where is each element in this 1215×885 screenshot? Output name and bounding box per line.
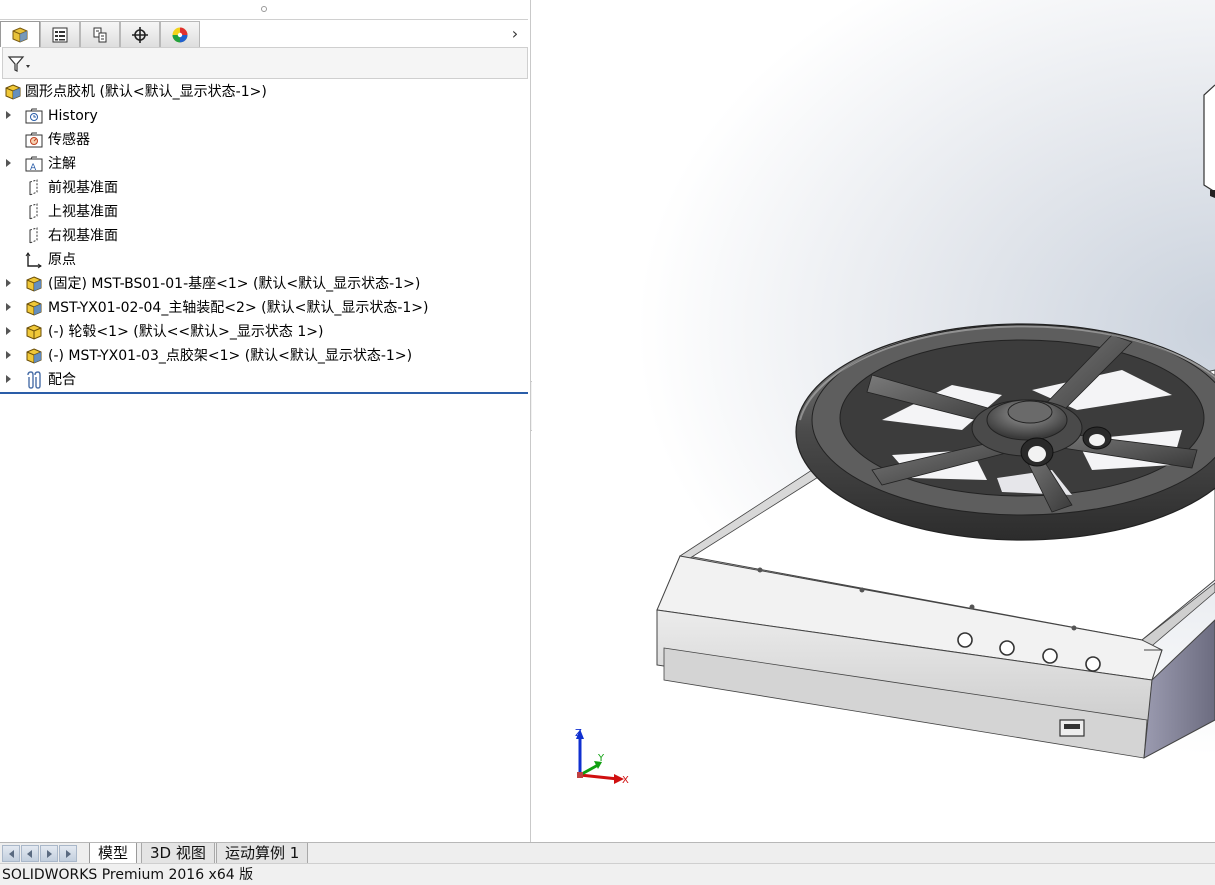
tab-motion-study[interactable]: 运动算例 1 (216, 843, 309, 864)
dimxpert-manager-tab[interactable] (120, 21, 160, 47)
status-bar: SOLIDWORKS Premium 2016 x64 版 (0, 863, 1215, 885)
tree-item[interactable]: 右视基准面 (0, 224, 528, 248)
tree-item[interactable]: A 注解 (0, 152, 528, 176)
expand-caret-icon[interactable] (6, 303, 11, 311)
tree-item-label: 注解 (48, 156, 76, 172)
tree-item[interactable]: 传感器 (0, 128, 528, 152)
feature-manager-panel: › 圆形点胶机 (默认<默认_显示状态-1>) History 传感器 A 注解前视基… (0, 0, 531, 842)
tree-item-label: (-) MST-YX01-03_点胶架<1> (默认<默认_显示状态-1>) (48, 348, 413, 364)
origin-icon (25, 252, 42, 269)
plane-icon (29, 203, 38, 220)
history-folder-icon (25, 108, 43, 124)
tree-item-label: MST-YX01-02-04_主轴装配<2> (默认<默认_显示状态-1>) (48, 300, 429, 316)
tree-item[interactable]: (-) MST-YX01-03_点胶架<1> (默认<默认_显示状态-1>) (0, 344, 528, 368)
expand-caret-icon[interactable] (6, 111, 11, 119)
tree-item-label: 前视基准面 (48, 180, 118, 196)
manager-tab-bar: › (0, 21, 528, 47)
dimxpert-manager-icon (132, 26, 148, 43)
bottom-tab-bar: 模型 3D 视图 运动算例 1 (0, 842, 1215, 864)
property-manager-tab[interactable] (40, 21, 80, 47)
display-manager-tab[interactable] (160, 21, 200, 47)
axis-x-label: X (622, 775, 629, 786)
graphics-viewport[interactable]: Z Y X (532, 0, 1215, 842)
tree-item-label: 传感器 (48, 132, 90, 148)
tree-item-label: (固定) MST-BS01-01-基座<1> (默认<默认_显示状态-1>) (48, 276, 421, 292)
expand-caret-icon[interactable] (6, 159, 11, 167)
feature-tree: 圆形点胶机 (默认<默认_显示状态-1>) History 传感器 A 注解前视基准面… (0, 80, 528, 392)
expand-caret-icon[interactable] (6, 351, 11, 359)
tree-divider (0, 392, 528, 394)
first-tab-button[interactable] (2, 845, 20, 862)
tree-filter-bar[interactable] (2, 47, 528, 79)
tree-root-assembly[interactable]: 圆形点胶机 (默认<默认_显示状态-1>) (0, 80, 528, 104)
prev-tab-button[interactable] (21, 845, 39, 862)
status-text: SOLIDWORKS Premium 2016 x64 版 (2, 867, 254, 883)
expand-caret-icon[interactable] (6, 375, 11, 383)
tree-item-label: (-) 轮毂<1> (默认<<默认>_显示状态 1>) (48, 324, 324, 340)
panel-resize-grip[interactable] (0, 0, 528, 20)
tree-item-label: 原点 (48, 252, 76, 268)
tree-item[interactable]: 前视基准面 (0, 176, 528, 200)
sensor-icon (25, 132, 43, 148)
chevron-right-icon[interactable]: › (508, 25, 522, 43)
axis-z-label: Z (575, 728, 582, 739)
tab-3d-view[interactable]: 3D 视图 (141, 843, 215, 864)
property-manager-icon (52, 27, 68, 42)
configuration-manager-icon (93, 27, 107, 42)
tab-model[interactable]: 模型 (89, 843, 138, 864)
tree-item-label: 上视基准面 (48, 204, 118, 220)
assembly-icon (5, 84, 21, 100)
expand-caret-icon[interactable] (6, 279, 11, 287)
axis-triad: Z Y X (575, 728, 629, 786)
svg-text:A: A (30, 163, 37, 173)
mates-icon (27, 371, 41, 389)
feature-manager-icon (12, 26, 28, 43)
plane-icon (29, 227, 38, 244)
tree-root-label: 圆形点胶机 (默认<默认_显示状态-1>) (25, 84, 267, 100)
tree-item[interactable]: History (0, 104, 528, 128)
assembly-icon (26, 300, 42, 316)
tree-item-label: History (48, 108, 98, 124)
tree-item[interactable]: (固定) MST-BS01-01-基座<1> (默认<默认_显示状态-1>) (0, 272, 528, 296)
tree-item-label: 右视基准面 (48, 228, 118, 244)
last-tab-button[interactable] (59, 845, 77, 862)
assembly-icon (26, 348, 42, 364)
tree-item-label: 配合 (48, 372, 76, 388)
tree-item[interactable]: 上视基准面 (0, 200, 528, 224)
assembly-icon (26, 276, 42, 292)
feature-manager-tab[interactable] (0, 21, 40, 47)
configuration-manager-tab[interactable] (80, 21, 120, 47)
tree-item[interactable]: MST-YX01-02-04_主轴装配<2> (默认<默认_显示状态-1>) (0, 296, 528, 320)
tree-item[interactable]: (-) 轮毂<1> (默认<<默认>_显示状态 1>) (0, 320, 528, 344)
tree-item[interactable]: 原点 (0, 248, 528, 272)
model-render[interactable] (532, 0, 1215, 842)
filter-icon[interactable] (7, 55, 33, 73)
display-manager-icon (172, 27, 188, 42)
part-icon (26, 324, 42, 340)
plane-icon (29, 179, 38, 196)
next-tab-button[interactable] (40, 845, 58, 862)
axis-y-label: Y (597, 753, 605, 764)
tree-item[interactable]: 配合 (0, 368, 528, 392)
annotation-icon: A (25, 156, 43, 173)
expand-caret-icon[interactable] (6, 327, 11, 335)
